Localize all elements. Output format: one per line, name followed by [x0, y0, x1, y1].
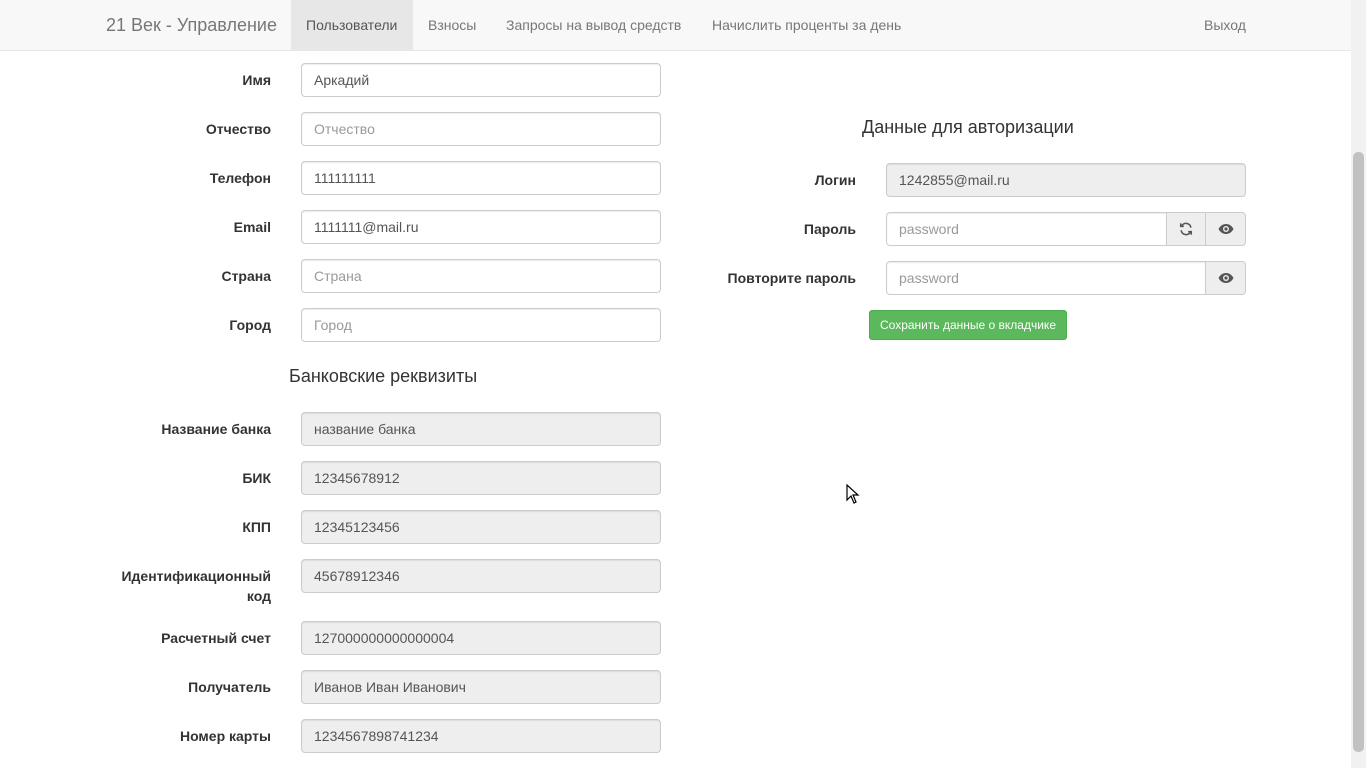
city-label: Город	[229, 317, 271, 333]
password-input[interactable]	[886, 212, 1167, 246]
password-label: Пароль	[803, 221, 856, 237]
city-input[interactable]	[301, 308, 661, 342]
refresh-icon	[1179, 222, 1193, 236]
recipient-input[interactable]	[301, 670, 661, 704]
eye-icon	[1218, 273, 1233, 283]
nav-accrue-interest[interactable]: Начислить проценты за день	[697, 0, 916, 50]
generate-password-button[interactable]	[1166, 212, 1206, 246]
bank-name-input[interactable]	[301, 412, 661, 446]
bank-details-heading: Банковские реквизиты	[289, 366, 478, 386]
brand-link[interactable]: 21 Век - Управление	[106, 14, 277, 36]
recipient-label: Получатель	[188, 679, 271, 695]
password-repeat-label: Повторите пароль	[727, 270, 856, 286]
country-input[interactable]	[301, 259, 661, 293]
nav-contributions[interactable]: Взносы	[413, 0, 491, 50]
account-label: Расчетный счет	[161, 630, 271, 646]
auth-heading: Данные для авторизации	[862, 117, 1074, 137]
first-name-input[interactable]	[301, 63, 661, 97]
eye-icon	[1218, 224, 1233, 234]
phone-label: Телефон	[209, 170, 271, 186]
country-label: Страна	[221, 268, 271, 284]
bik-label: БИК	[242, 470, 271, 486]
patronymic-input[interactable]	[301, 112, 661, 146]
password-repeat-input[interactable]	[886, 261, 1206, 295]
card-number-label: Номер карты	[179, 728, 271, 744]
top-navbar: 21 Век - Управление Пользователи Взносы …	[0, 0, 1351, 51]
scrollbar-thumb[interactable]	[1353, 152, 1364, 752]
login-label: Логин	[814, 172, 856, 188]
show-password-repeat-button[interactable]	[1205, 261, 1246, 295]
account-input[interactable]	[301, 621, 661, 655]
show-password-button[interactable]	[1205, 212, 1246, 246]
nav-withdrawal-requests[interactable]: Запросы на вывод средств	[491, 0, 696, 50]
id-code-input[interactable]	[301, 559, 661, 593]
bik-input[interactable]	[301, 461, 661, 495]
nav-users[interactable]: Пользователи	[291, 0, 413, 50]
first-name-label: Имя	[242, 72, 271, 88]
patronymic-label: Отчество	[205, 121, 271, 137]
bank-name-label: Название банка	[161, 421, 271, 437]
page-scrollbar[interactable]	[1351, 0, 1366, 768]
phone-input[interactable]	[301, 161, 661, 195]
card-number-input[interactable]	[301, 719, 661, 753]
id-code-label: Идентификационный код	[121, 568, 271, 604]
nav-logout[interactable]: Выход	[1189, 0, 1261, 50]
email-label: Email	[233, 219, 271, 235]
mouse-cursor-icon	[846, 484, 860, 504]
email-input[interactable]	[301, 210, 661, 244]
login-input[interactable]	[886, 163, 1246, 197]
save-depositor-button[interactable]: Сохранить данные о вкладчике	[869, 310, 1067, 340]
kpp-label: КПП	[242, 519, 271, 535]
kpp-input[interactable]	[301, 510, 661, 544]
